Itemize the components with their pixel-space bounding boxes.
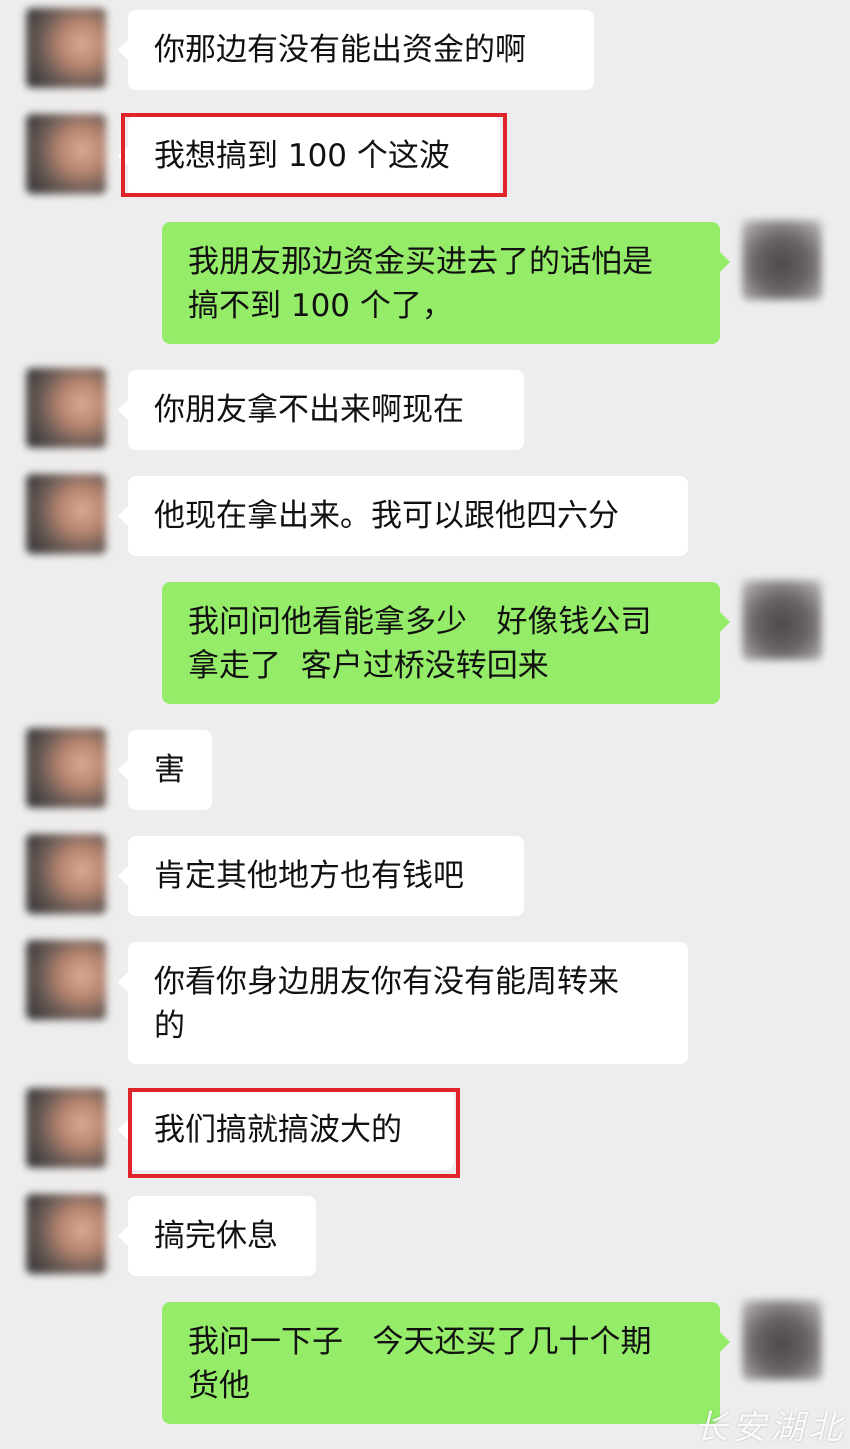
watermark-text: 长安湖北 (694, 1408, 846, 1448)
my-avatar[interactable] (742, 220, 822, 300)
message-bubble-outgoing: 我问一下子 今天还买了几十个期 货他 (162, 1302, 730, 1424)
contact-avatar[interactable] (26, 368, 106, 448)
my-avatar[interactable] (742, 580, 822, 660)
message-bubble-incoming: 害 (118, 730, 212, 810)
my-avatar[interactable] (742, 1300, 822, 1380)
message-bubble-outgoing: 我问问他看能拿多少 好像钱公司 拿走了 客户过桥没转回来 (162, 582, 730, 704)
message-bubble-incoming: 他现在拿出来。我可以跟他四六分 (118, 476, 688, 556)
message-bubble-incoming: 你看你身边朋友你有没有能周转来 的 (118, 942, 688, 1064)
contact-avatar[interactable] (26, 728, 106, 808)
contact-avatar[interactable] (26, 8, 106, 88)
red-highlight-box (121, 113, 507, 197)
contact-avatar[interactable] (26, 834, 106, 914)
chat-message-list[interactable]: 你那边有没有能出资金的啊 我想搞到 100 个这波 我朋友那边资金买进去了的话怕… (0, 0, 850, 1448)
contact-avatar[interactable] (26, 1194, 106, 1274)
contact-avatar[interactable] (26, 474, 106, 554)
message-bubble-incoming: 你朋友拿不出来啊现在 (118, 370, 524, 450)
contact-avatar[interactable] (26, 940, 106, 1020)
message-bubble-incoming: 你那边有没有能出资金的啊 (118, 10, 594, 90)
contact-avatar[interactable] (26, 114, 106, 194)
message-bubble-incoming: 肯定其他地方也有钱吧 (118, 836, 524, 916)
message-bubble-outgoing: 我朋友那边资金买进去了的话怕是 搞不到 100 个了， (162, 222, 730, 344)
contact-avatar[interactable] (26, 1088, 106, 1168)
message-bubble-incoming: 搞完休息 (118, 1196, 316, 1276)
red-highlight-box (128, 1088, 460, 1178)
